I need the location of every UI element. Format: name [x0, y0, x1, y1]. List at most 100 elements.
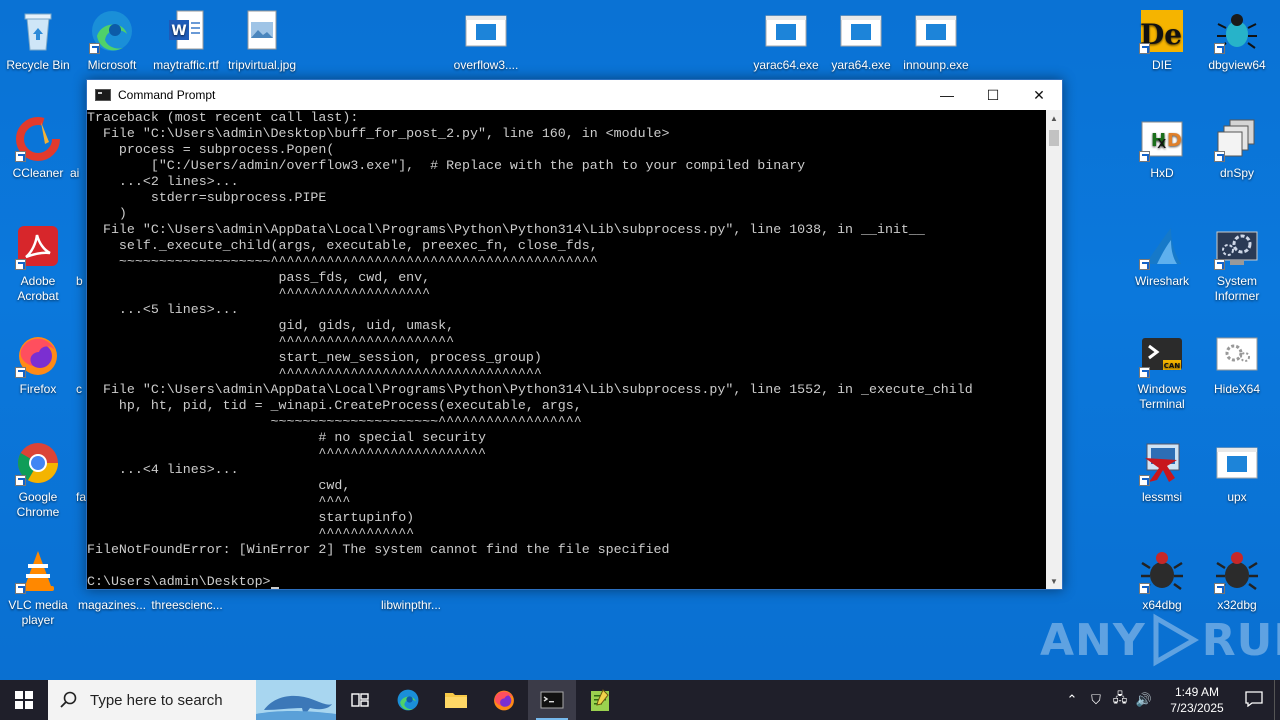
desktop-icon-label: libwinpthr... [380, 598, 442, 612]
desktop-icon-label: CCleaner [12, 166, 64, 180]
desktop-icon-windows-terminal[interactable]: CAN Windows Terminal [1124, 332, 1200, 412]
desktop-icon-libwinpthr[interactable]: libwinpthr... [373, 598, 449, 613]
desktop-icon-firefox[interactable]: Firefox [0, 332, 76, 397]
desktop-icon-yarac64[interactable]: yarac64.exe [748, 8, 824, 73]
taskbar-cmd-button[interactable] [528, 680, 576, 720]
console-line: File "C:\Users\admin\Desktop\buff_for_po… [87, 126, 670, 141]
desktop-icon-x32dbg[interactable]: x32dbg [1199, 548, 1275, 613]
desktop-icon-hxd[interactable]: HDx HxD [1124, 116, 1200, 181]
maximize-icon: ☐ [986, 86, 1000, 103]
console-line: self._execute_child(args, executable, pr… [87, 238, 598, 253]
desktop-icon-dnspy[interactable]: dnSpy [1199, 116, 1275, 181]
desktop-icon-label: Firefox [19, 382, 57, 396]
desktop-icon-wireshark[interactable]: Wireshark [1124, 224, 1200, 289]
network-icon[interactable]: 🖧 [1108, 689, 1132, 711]
show-desktop-button[interactable] [1274, 680, 1280, 720]
desktop-icon-label: dbgview64 [1208, 58, 1266, 72]
command-prompt-window[interactable]: Command Prompt — ☐ ✕ Traceback (most rec… [86, 79, 1063, 590]
desktop-icon-innounp[interactable]: innounp.exe [898, 8, 974, 73]
desktop-icon-vlc[interactable]: VLC media player [0, 548, 76, 628]
application-window-icon [838, 8, 884, 54]
desktop-icon-recycle-bin[interactable]: Recycle Bin [0, 8, 76, 73]
window-titlebar[interactable]: Command Prompt — ☐ ✕ [87, 80, 1062, 110]
svg-text:CAN: CAN [1164, 362, 1181, 370]
desktop-icon-edge[interactable]: Microsoft Edge [74, 8, 150, 73]
taskbar-notepad-button[interactable] [576, 680, 624, 720]
application-window-icon [1214, 440, 1260, 486]
task-view-button[interactable] [336, 680, 384, 720]
svg-text:x: x [1157, 133, 1166, 152]
console-line: Traceback (most recent call last): [87, 110, 359, 125]
start-button[interactable] [0, 680, 48, 720]
volume-icon[interactable]: 🔊 [1132, 692, 1156, 708]
vertical-scrollbar[interactable]: ▲ ▼ [1046, 110, 1062, 589]
text-cursor [270, 587, 279, 589]
desktop-icon-label: HxD [1150, 166, 1174, 180]
desktop-icon-yara64[interactable]: yara64.exe [823, 8, 899, 73]
bug-icon [1214, 8, 1260, 54]
watermark-text-left: ANY [1040, 614, 1146, 666]
security-icon[interactable]: ⛉ [1084, 692, 1108, 708]
desktop-icon-magazines[interactable]: magazines... [74, 598, 150, 613]
taskbar-file-explorer-button[interactable] [432, 680, 480, 720]
console-line: ^^^^^^^^^^^^^^^^^^^ [87, 286, 431, 301]
desktop-icon-label: dnSpy [1219, 166, 1255, 180]
hxd-icon: HDx [1139, 116, 1185, 162]
console-line: ["C:/Users/admin/overflow3.exe"], # Repl… [87, 158, 806, 173]
taskbar-edge-button[interactable] [384, 680, 432, 720]
vlc-icon [15, 548, 61, 594]
edge-icon [397, 689, 419, 711]
watermark-text-right: RUN [1201, 614, 1280, 666]
desktop-icon-ccleaner[interactable]: CCleaner [0, 116, 76, 181]
scroll-down-icon[interactable]: ▼ [1046, 573, 1062, 589]
play-logo-icon [1153, 613, 1199, 667]
terminal-icon: CAN [1139, 332, 1185, 378]
image-file-icon [239, 8, 285, 54]
scroll-thumb[interactable] [1049, 130, 1059, 146]
dnspy-icon [1214, 116, 1260, 162]
console-line: hp, ht, pid, tid = _winapi.CreateProcess… [87, 398, 582, 413]
desktop-icon-dbgview64[interactable]: dbgview64 [1199, 8, 1275, 73]
desktop-icon-lessmsi[interactable]: lessmsi [1124, 440, 1200, 505]
console-output[interactable]: Traceback (most recent call last): File … [87, 110, 1046, 589]
chevron-up-icon[interactable]: ⌃ [1060, 692, 1084, 708]
console-line: process = subprocess.Popen( [87, 142, 335, 157]
desktop-icon-label: threescienc... [151, 598, 223, 612]
desktop-icon-label: magazines... [77, 598, 147, 612]
console-line: ~~~~~~~~~~~~~~~~~~~^^^^^^^^^^^^^^^^^^^^^… [87, 254, 598, 269]
minimize-icon: — [940, 87, 954, 103]
notepad-plus-icon [591, 689, 609, 711]
svg-text:D: D [1167, 130, 1182, 151]
desktop-icon-tripvirtual[interactable]: tripvirtual.jpg [224, 8, 300, 73]
desktop-icon-label: yarac64.exe [753, 58, 819, 72]
desktop-icon-die[interactable]: De DIE [1124, 8, 1200, 73]
desktop-icon-maytraffic[interactable]: W maytraffic.rtf [148, 8, 224, 73]
cmd-icon [540, 691, 564, 709]
desktop-icon-chrome[interactable]: Google Chrome [0, 440, 76, 520]
desktop-icon-upx[interactable]: upx [1199, 440, 1275, 505]
desktop-icon-x64dbg[interactable]: x64dbg [1124, 548, 1200, 613]
folder-icon [445, 693, 467, 708]
desktop-icon-system-informer[interactable]: System Informer [1199, 224, 1275, 304]
desktop-icon-adobe-acrobat[interactable]: Adobe Acrobat [0, 224, 76, 304]
taskbar-search-box[interactable]: Type here to search [48, 680, 336, 720]
desktop-icon-label: tripvirtual.jpg [227, 58, 297, 72]
close-button[interactable]: ✕ [1016, 80, 1062, 110]
console-line: ^^^^^^^^^^^^^^^^^^^^^^^^^^^^^^^^^ [87, 366, 542, 381]
clock-date: 7/23/2025 [1170, 701, 1224, 715]
desktop-icon-threescienc[interactable]: threescienc... [149, 598, 225, 613]
desktop-icon-hidex64[interactable]: HideX64 [1199, 332, 1275, 397]
scroll-up-icon[interactable]: ▲ [1046, 110, 1062, 126]
word-document-icon: W [163, 8, 209, 54]
console-line: gid, gids, uid, umask, [87, 318, 455, 333]
clock[interactable]: 1:49 AM 7/23/2025 [1160, 684, 1234, 716]
desktop-icon-overflow3[interactable]: overflow3.... [448, 8, 524, 73]
desktop-icon-label: overflow3.... [453, 58, 519, 72]
application-window-icon [463, 8, 509, 54]
maximize-button[interactable]: ☐ [970, 80, 1016, 110]
search-highlight-dolphin-icon [256, 680, 336, 720]
taskbar-firefox-button[interactable] [480, 680, 528, 720]
chrome-icon [15, 440, 61, 486]
minimize-button[interactable]: — [924, 80, 970, 110]
notifications-icon[interactable] [1234, 690, 1274, 710]
